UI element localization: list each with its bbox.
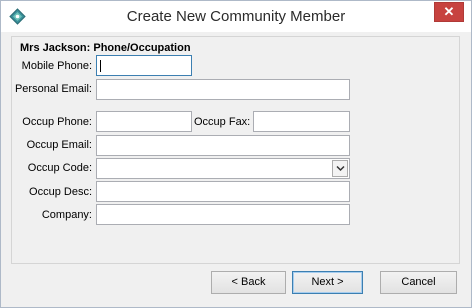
dialog-body: Mrs Jackson: Phone/Occupation Mobile Pho…	[8, 32, 465, 301]
dialog-window: Create New Community Member ✕ Mrs Jackso…	[0, 0, 472, 308]
text-caret	[100, 60, 101, 72]
occup-fax-label: Occup Fax:	[194, 116, 251, 128]
occup-email-input[interactable]	[96, 135, 350, 156]
next-button[interactable]: Next >	[292, 271, 363, 294]
dropdown-button[interactable]	[332, 160, 348, 177]
mobile-phone-label: Mobile Phone:	[21, 60, 92, 72]
company-label: Company:	[41, 209, 92, 221]
company-input[interactable]	[96, 204, 350, 225]
occup-phone-label: Occup Phone:	[22, 116, 92, 128]
window-title: Create New Community Member	[126, 8, 346, 25]
occup-code-label: Occup Code:	[27, 162, 92, 174]
personal-email-label: Personal Email:	[14, 83, 92, 95]
close-icon: ✕	[443, 4, 455, 19]
chevron-down-icon	[336, 165, 345, 172]
title-bar[interactable]: Create New Community Member ✕	[1, 1, 471, 32]
cancel-button[interactable]: Cancel	[380, 271, 457, 294]
occup-fax-input[interactable]	[253, 111, 350, 132]
back-button[interactable]: < Back	[211, 271, 286, 294]
occup-desc-label: Occup Desc:	[29, 186, 92, 198]
occup-code-select[interactable]	[96, 158, 350, 179]
mobile-phone-input[interactable]	[96, 55, 192, 76]
occup-phone-input[interactable]	[96, 111, 192, 132]
group-title: Mrs Jackson: Phone/Occupation	[20, 42, 191, 54]
close-button[interactable]: ✕	[434, 2, 464, 22]
occup-email-label: Occup Email:	[26, 139, 92, 151]
occup-desc-input[interactable]	[96, 181, 350, 202]
personal-email-input[interactable]	[96, 79, 350, 100]
